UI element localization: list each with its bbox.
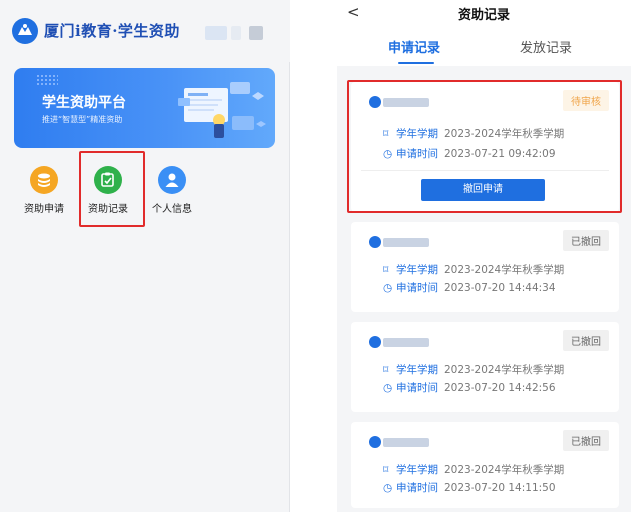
menu-item-label: 个人信息 [152,204,192,215]
brand-logo-icon [12,18,38,44]
user-avatar-blurred[interactable] [205,26,265,40]
status-badge: 已撤回 [563,330,609,351]
time-value: 2023-07-20 14:42:56 [444,382,556,394]
time-label: 申请时间 [396,482,438,494]
menu-item-profile[interactable]: 个人信息 [140,158,204,224]
status-badge: 已撤回 [563,430,609,451]
applicant-name-blurred [369,436,429,448]
user-icon [158,166,186,194]
status-badge: 已撤回 [563,230,609,251]
record-card[interactable]: 已撤回 ⌑ 学年学期 2023-2024学年秋季学期 ◷ 申请时间 2023-07-20… [351,222,619,312]
banner-illustration-icon [178,82,266,138]
function-menu: 资助申请 资助记录 个人信息 [10,158,280,228]
time-value: 2023-07-20 14:44:34 [444,282,556,294]
records-screen: < 资助记录 申请记录 发放记录 待审核 ⌑ 学年学期 2023-2024学年秋季学… [337,0,631,512]
brand-name: 厦门i教育·学生资助 [44,22,180,40]
time-row: ◷ 申请时间 2023-07-20 14:44:34 [383,280,556,295]
banner-title: 学生资助平台 [42,95,126,111]
time-label: 申请时间 [396,282,438,294]
time-row: ◷ 申请时间 2023-07-20 14:11:50 [383,480,556,495]
record-card[interactable]: 已撤回 ⌑ 学年学期 2023-2024学年秋季学期 ◷ 申请时间 2023-07-20… [351,422,619,508]
page-title: 资助记录 [457,8,510,23]
applicant-name-blurred [369,236,429,248]
record-card[interactable]: 已撤回 ⌑ 学年学期 2023-2024学年秋季学期 ◷ 申请时间 2023-07-20… [351,322,619,412]
term-row: ⌑ 学年学期 2023-2024学年秋季学期 [383,262,564,277]
screenshot: 厦门i教育·学生资助 学生资助平台 推进“智慧型”精准资助 资助申请 资助记录 … [0,0,631,512]
bookmark-icon: ⌑ [383,464,389,476]
term-value: 2023-2024学年秋季学期 [444,264,565,276]
home-screen: 厦门i教育·学生资助 学生资助平台 推进“智慧型”精准资助 资助申请 资助记录 … [0,0,290,512]
home-header: 厦门i教育·学生资助 [0,0,290,62]
clock-icon: ◷ [383,482,393,494]
time-label: 申请时间 [396,382,438,394]
record-tabs: 申请记录 发放记录 [337,26,631,66]
tab-payment-records[interactable]: 发放记录 [520,37,572,56]
banner-dots-decoration [36,74,58,86]
term-row: ⌑ 学年学期 2023-2024学年秋季学期 [383,362,564,377]
time-value: 2023-07-20 14:11:50 [444,482,556,494]
active-tab-indicator [398,62,434,64]
term-row: ⌑ 学年学期 2023-2024学年秋季学期 [383,462,564,477]
term-label: 学年学期 [396,464,438,476]
banner-subtitle: 推进“智慧型”精准资助 [42,115,123,124]
time-row: ◷ 申请时间 2023-07-20 14:42:56 [383,380,556,395]
bookmark-icon: ⌑ [383,364,389,376]
coin-stack-icon [30,166,58,194]
tab-application-records[interactable]: 申请记录 [388,37,440,56]
clock-icon: ◷ [383,282,393,294]
menu-item-label: 资助申请 [24,204,64,215]
term-value: 2023-2024学年秋季学期 [444,464,565,476]
term-value: 2023-2024学年秋季学期 [444,364,565,376]
applicant-name-blurred [369,336,429,348]
menu-item-apply[interactable]: 资助申请 [12,158,76,224]
highlight-records-menu [79,151,145,227]
term-label: 学年学期 [396,264,438,276]
highlight-pending-record [347,80,622,213]
clock-icon: ◷ [383,382,393,394]
nav-bar: < 资助记录 [337,0,631,26]
bookmark-icon: ⌑ [383,264,389,276]
term-label: 学年学期 [396,364,438,376]
platform-banner[interactable]: 学生资助平台 推进“智慧型”精准资助 [14,68,275,148]
